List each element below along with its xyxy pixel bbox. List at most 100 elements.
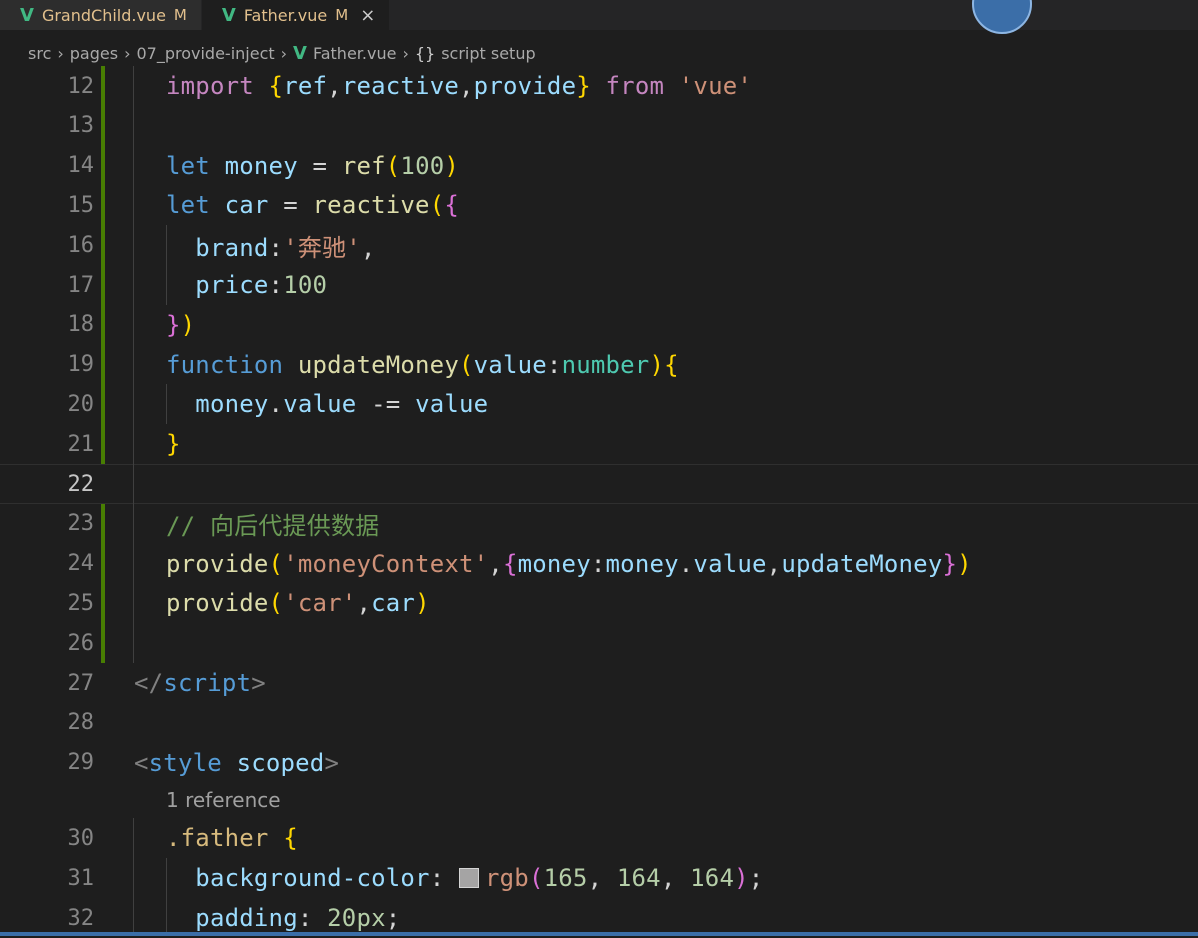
code-line: 24 provide('moneyContext',{money:money.va… bbox=[0, 544, 1198, 584]
code-line: 31 background-color: rgb(165, 164, 164); bbox=[0, 858, 1198, 898]
line-number: 12 bbox=[67, 73, 95, 99]
code-token: , bbox=[360, 233, 376, 262]
code-token: 165 bbox=[543, 864, 588, 893]
code-text: background-color: rgb(165, 164, 164); bbox=[166, 864, 763, 892]
line-number: 13 bbox=[67, 113, 95, 139]
code-token: money bbox=[166, 390, 269, 419]
code-token: } bbox=[576, 72, 591, 100]
git-modified-gutter[interactable] bbox=[101, 503, 105, 663]
code-text: .father { bbox=[166, 824, 298, 852]
code-token: ) bbox=[649, 350, 665, 379]
code-token: , bbox=[488, 549, 503, 578]
code-text: provide('moneyContext',{money:money.valu… bbox=[166, 550, 972, 578]
code-token: number bbox=[561, 350, 650, 379]
code-token: value bbox=[473, 350, 547, 379]
code-token: ( bbox=[268, 589, 284, 618]
reference-codelens[interactable]: 1 reference bbox=[166, 782, 281, 818]
line-number: 14 bbox=[67, 153, 95, 179]
color-swatch-icon[interactable] bbox=[459, 868, 479, 889]
breadcrumb: src › pages › 07_provide-inject › V Fath… bbox=[0, 38, 1198, 68]
code-token: > bbox=[251, 669, 266, 697]
code-line: 18}) bbox=[0, 305, 1198, 345]
tab-grandchild[interactable]: V GrandChild.vue M bbox=[0, 0, 202, 30]
close-icon[interactable]: × bbox=[360, 5, 375, 26]
code-token: = bbox=[268, 191, 313, 220]
code-token: } bbox=[166, 430, 181, 459]
code-line: 14 let money = ref(100) bbox=[0, 146, 1198, 186]
indent-guide bbox=[133, 818, 134, 934]
code-text: import {ref,reactive,provide} from 'vue' bbox=[166, 72, 752, 100]
code-token: : bbox=[546, 350, 562, 379]
git-modified-gutter[interactable] bbox=[101, 66, 105, 464]
code-token: value bbox=[415, 390, 489, 419]
line-number: 25 bbox=[67, 590, 95, 616]
indent-guide bbox=[166, 225, 167, 305]
code-line: 21} bbox=[0, 424, 1198, 464]
code-token: , bbox=[459, 72, 474, 100]
code-token: ref bbox=[341, 151, 386, 180]
code-line: 26 bbox=[0, 623, 1198, 663]
code-token: value bbox=[693, 549, 767, 578]
line-number: 22 bbox=[67, 471, 95, 497]
chevron-right-icon: › bbox=[280, 43, 288, 63]
code-token: background-color bbox=[166, 864, 430, 893]
chevron-right-icon: › bbox=[57, 43, 64, 63]
code-token: reactive bbox=[312, 191, 430, 220]
code-token: ) bbox=[734, 864, 749, 893]
code-token: price bbox=[166, 271, 269, 299]
breadcrumb-symbol[interactable]: script setup bbox=[441, 44, 535, 63]
code-text: }) bbox=[166, 311, 195, 339]
vue-file-icon: V bbox=[20, 4, 34, 26]
code-token: ( bbox=[528, 864, 544, 893]
breadcrumb-folder[interactable]: 07_provide-inject bbox=[136, 44, 274, 63]
code-token: : bbox=[590, 549, 606, 578]
code-line: 23 // 向后代提供数据 bbox=[0, 504, 1198, 544]
code-token: ref bbox=[283, 72, 328, 100]
line-number: 27 bbox=[67, 670, 95, 696]
chevron-right-icon: › bbox=[402, 43, 409, 63]
code-token: 20px bbox=[327, 904, 386, 932]
code-token: let bbox=[166, 151, 225, 180]
code-token: > bbox=[324, 748, 340, 777]
breadcrumb-file[interactable]: Father.vue bbox=[313, 44, 396, 63]
code-token: ) bbox=[415, 589, 430, 618]
code-token: money bbox=[517, 549, 591, 578]
code-token: : bbox=[429, 864, 459, 893]
line-number: 31 bbox=[67, 865, 95, 891]
code-line: 22 bbox=[0, 464, 1198, 504]
code-token: , bbox=[327, 72, 342, 100]
code-token: 164 bbox=[690, 864, 735, 893]
code-token: scoped bbox=[236, 748, 325, 777]
code-token: padding bbox=[166, 904, 298, 932]
line-number: 17 bbox=[67, 272, 95, 298]
code-token: updateMoney bbox=[297, 350, 459, 379]
code-token: 164 bbox=[616, 864, 661, 893]
code-token: ; bbox=[748, 864, 764, 893]
code-editor[interactable]: 12 import {ref,reactive,provide} from 'vu… bbox=[0, 66, 1198, 934]
vue-file-icon: V bbox=[293, 42, 307, 64]
breadcrumb-src[interactable]: src bbox=[28, 44, 51, 63]
code-text: function updateMoney(value:number){ bbox=[166, 351, 679, 379]
code-text: let car = reactive({ bbox=[166, 191, 459, 219]
code-token: : bbox=[268, 271, 284, 299]
code-token: = bbox=[297, 151, 342, 180]
code-text: provide('car',car) bbox=[166, 589, 430, 617]
code-token: let bbox=[166, 191, 225, 220]
code-line: 16 brand:'奔驰', bbox=[0, 225, 1198, 265]
line-number: 28 bbox=[67, 710, 95, 736]
code-token: script bbox=[163, 669, 252, 697]
line-number: 29 bbox=[67, 750, 95, 776]
code-token: import bbox=[166, 72, 269, 100]
code-token: } bbox=[942, 549, 958, 578]
code-text: price:100 bbox=[166, 271, 327, 299]
code-token: ( bbox=[429, 191, 445, 220]
line-number: 15 bbox=[67, 192, 95, 218]
code-token: provide bbox=[166, 589, 269, 618]
code-token: money bbox=[224, 151, 298, 180]
breadcrumb-pages[interactable]: pages bbox=[70, 44, 118, 63]
code-token: 100 bbox=[283, 271, 328, 299]
code-text: padding: 20px; bbox=[166, 904, 400, 932]
code-text: let money = ref(100) bbox=[166, 152, 459, 180]
tab-father[interactable]: V Father.vue M × bbox=[201, 0, 391, 30]
code-line: 15 let car = reactive({ bbox=[0, 185, 1198, 225]
